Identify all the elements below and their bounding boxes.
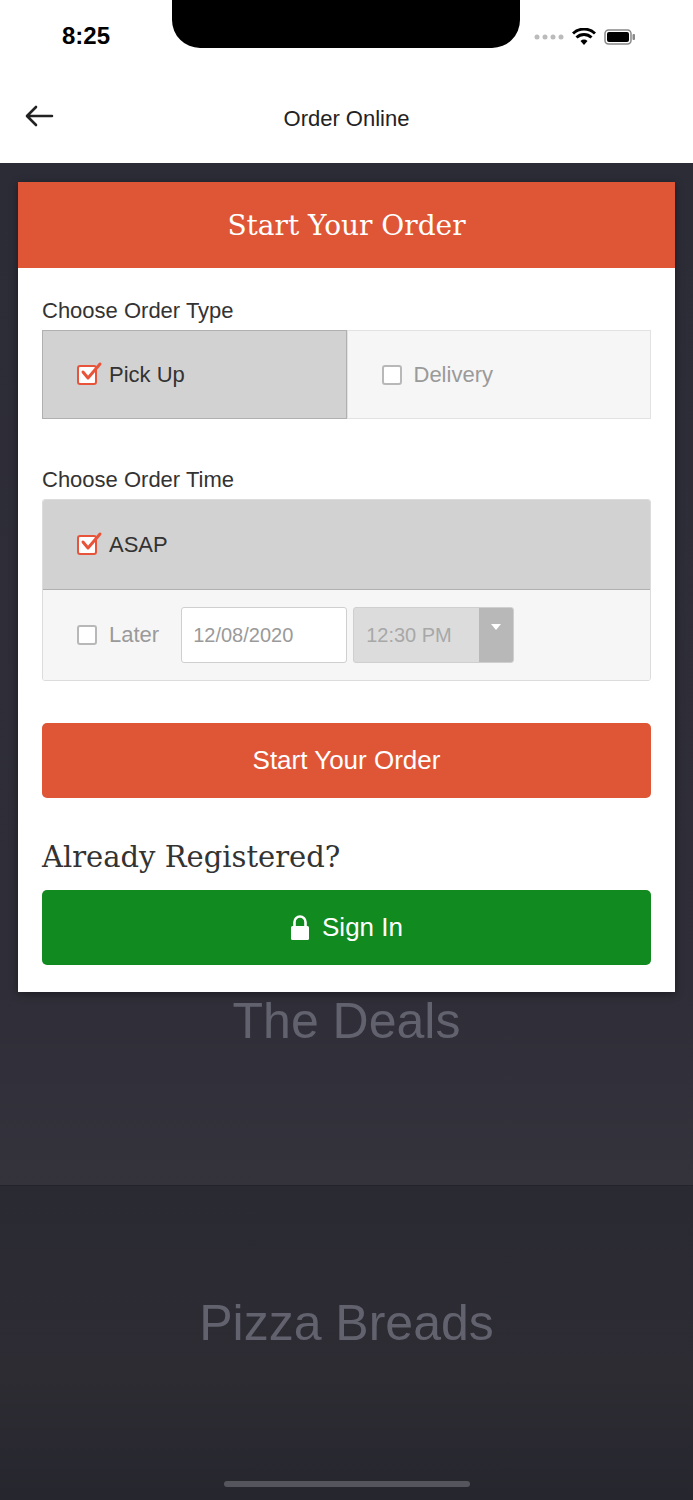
order-card: Start Your Order Choose Order Type Pick … (18, 182, 675, 992)
header-bar: Order Online (0, 75, 693, 163)
order-type-options: Pick Up Delivery (42, 330, 651, 419)
dropdown-caret (479, 608, 513, 662)
home-indicator (224, 1481, 470, 1487)
start-order-button[interactable]: Start Your Order (42, 723, 651, 798)
category-label: Pizza Breads (199, 1294, 494, 1352)
card-header: Start Your Order (18, 182, 675, 268)
sign-in-button[interactable]: Sign In (42, 890, 651, 965)
order-time-option[interactable]: Later 12/08/2020 12:30 PM (43, 590, 650, 680)
back-button[interactable] (20, 101, 58, 134)
category-label: The Deals (233, 992, 461, 1050)
option-label: Delivery (414, 362, 493, 388)
battery-icon (604, 29, 636, 45)
order-type-label: Choose Order Type (42, 298, 651, 324)
order-type-option[interactable]: Delivery (347, 330, 652, 419)
sign-in-label: Sign In (322, 912, 403, 943)
back-arrow-icon (24, 105, 54, 127)
screen: 8:25 Order Online The DealsPizza Breads … (0, 0, 693, 1500)
caret-down-icon (491, 624, 501, 630)
registered-heading: Already Registered? (42, 840, 651, 874)
wifi-icon (572, 28, 596, 46)
time-value: 12:30 PM (354, 608, 479, 662)
lock-icon (290, 915, 310, 941)
card-title: Start Your Order (227, 209, 465, 242)
notch (172, 0, 520, 48)
order-time-label: Choose Order Time (42, 467, 651, 493)
order-time-option[interactable]: ASAP (43, 500, 650, 590)
option-label: Later (109, 622, 159, 648)
check-icon (78, 361, 104, 385)
category-tile[interactable]: Pizza Breads (0, 1185, 693, 1500)
check-icon (78, 531, 104, 555)
checkbox[interactable] (77, 365, 97, 385)
order-type-option[interactable]: Pick Up (42, 330, 347, 419)
option-label: Pick Up (109, 362, 185, 388)
checkbox[interactable] (382, 365, 402, 385)
option-label: ASAP (109, 532, 168, 558)
order-time-options: ASAP Later 12/08/2020 12:30 PM (42, 499, 651, 681)
checkbox[interactable] (77, 625, 97, 645)
header-title: Order Online (284, 106, 410, 132)
date-field[interactable]: 12/08/2020 (181, 607, 347, 663)
status-bar: 8:25 (0, 0, 693, 75)
checkbox[interactable] (77, 535, 97, 555)
status-time: 8:25 (62, 22, 110, 50)
signal-icon (534, 33, 564, 41)
time-select[interactable]: 12:30 PM (353, 607, 514, 663)
